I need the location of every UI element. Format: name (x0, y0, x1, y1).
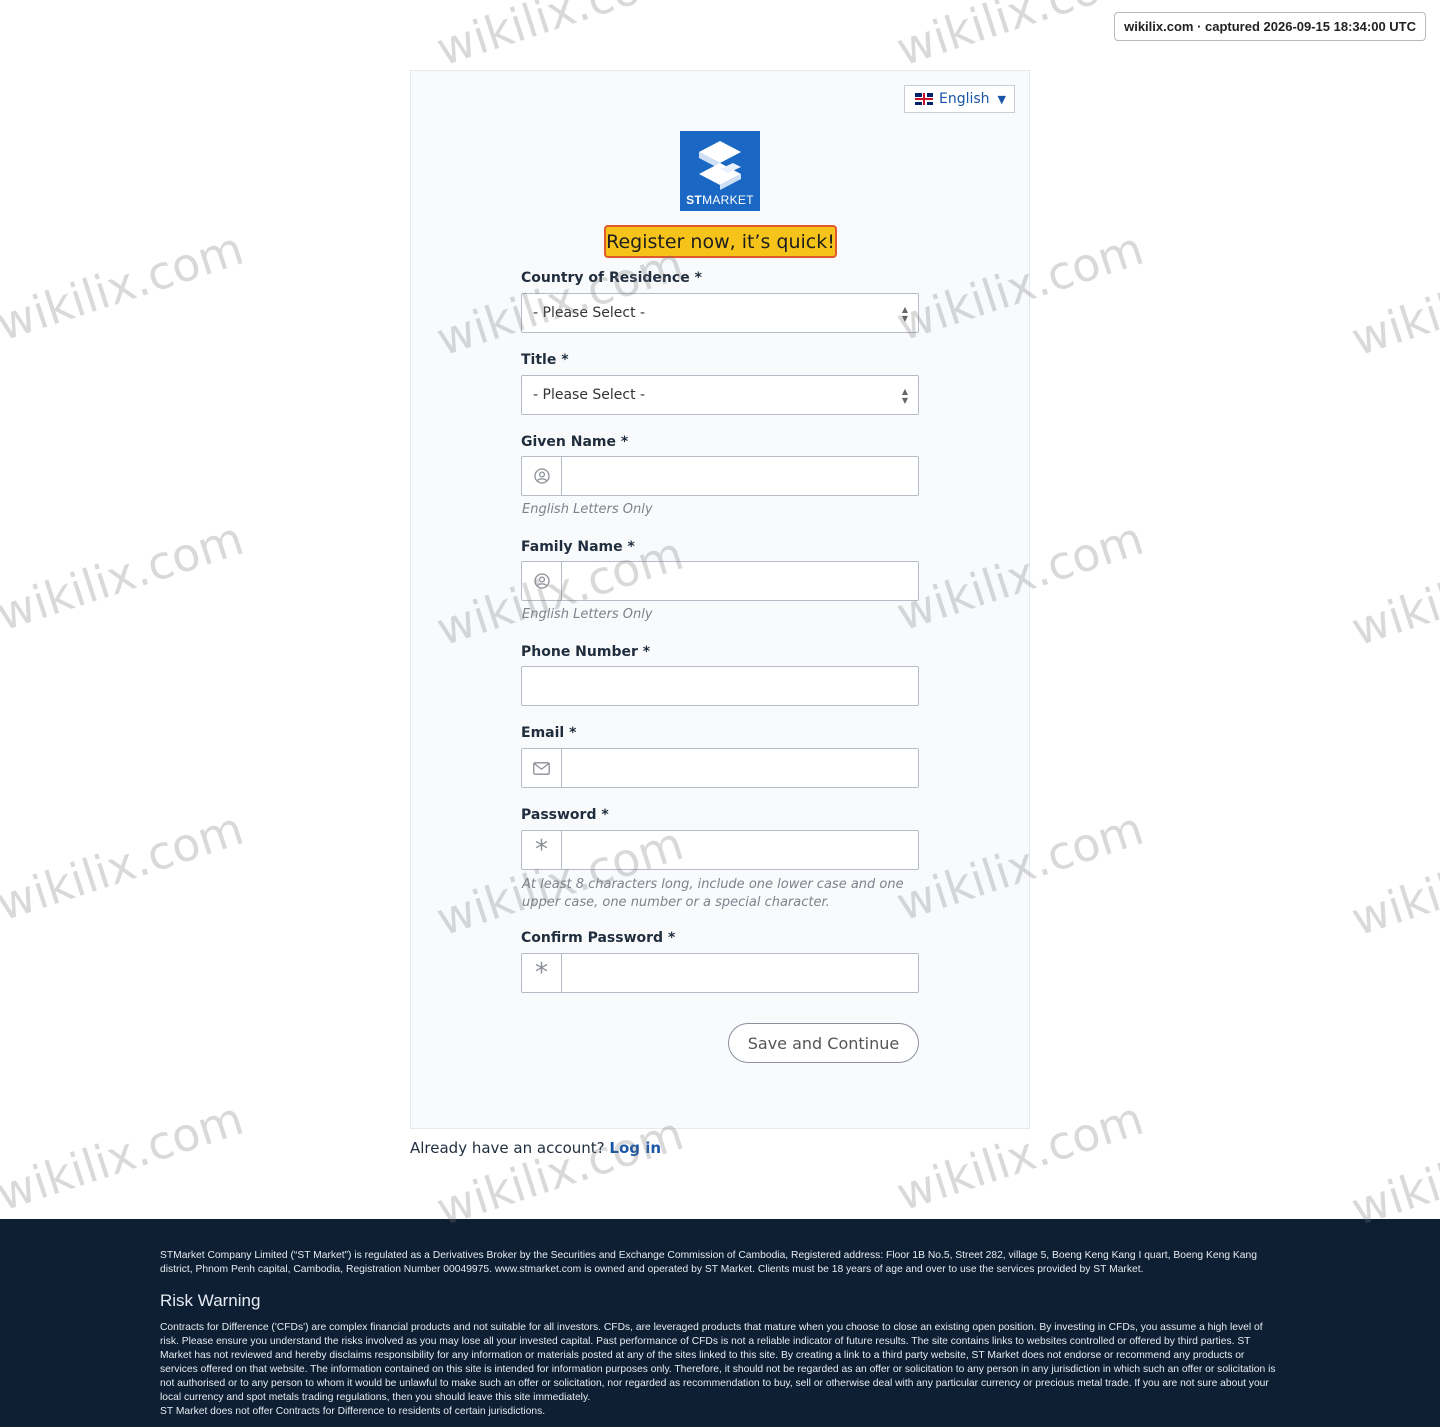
phone-field[interactable] (521, 666, 919, 706)
user-circle-icon (522, 457, 562, 495)
asterisk-icon: * (522, 831, 562, 869)
family-name-field[interactable] (521, 561, 919, 601)
password-label: Password * (521, 807, 609, 823)
country-label: Country of Residence * (521, 270, 702, 286)
watermark: wikilix.com (1345, 1106, 1440, 1237)
family-name-input[interactable] (562, 562, 918, 600)
registration-card: English ▼ STMARKET Register now, it’s qu… (410, 70, 1030, 1129)
title-select-value: - Please Select - (533, 387, 646, 403)
logo-wordmark: STMARKET (686, 193, 754, 207)
watermark: wikilix.com (890, 0, 1150, 77)
login-link[interactable]: Log in (609, 1139, 661, 1157)
email-field[interactable] (521, 748, 919, 788)
given-name-hint: English Letters Only (522, 502, 653, 517)
watermark: wikilix.com (0, 1091, 250, 1222)
password-field[interactable]: * (521, 830, 919, 870)
footer: STMarket Company Limited (“ST Market”) i… (0, 1219, 1440, 1427)
language-select[interactable]: English ▼ (904, 85, 1015, 113)
register-headline: Register now, it’s quick! (604, 225, 837, 258)
watermark: wikilix.com (430, 0, 690, 77)
watermark: wikilix.com (1345, 816, 1440, 947)
country-select-value: - Please Select - (533, 305, 646, 321)
watermark: wikilix.com (0, 511, 250, 642)
country-select[interactable]: - Please Select - ▲ ▼ (521, 293, 919, 333)
given-name-label: Given Name * (521, 434, 629, 450)
capture-stamp: wikilix.com · captured 2026-09-15 18:34:… (1114, 12, 1426, 41)
risk-warning-body: Contracts for Difference ('CFDs') are co… (160, 1322, 1276, 1403)
caret-down-icon: ▼ (997, 92, 1006, 106)
watermark: wikilix.com (1345, 236, 1440, 367)
phone-label: Phone Number * (521, 644, 651, 660)
confirm-password-label: Confirm Password * (521, 930, 676, 946)
select-arrows-icon: ▲ ▼ (901, 387, 908, 405)
confirm-password-input[interactable] (562, 954, 918, 992)
user-circle-icon (522, 562, 562, 600)
family-name-label: Family Name * (521, 539, 635, 555)
watermark: wikilix.com (0, 221, 250, 352)
given-name-input[interactable] (562, 457, 918, 495)
uk-flag-icon (915, 93, 933, 105)
envelope-icon (522, 749, 562, 787)
risk-warning-text: Contracts for Difference ('CFDs') are co… (160, 1321, 1280, 1419)
login-prompt: Already have an account? Log in (410, 1139, 661, 1157)
save-and-continue-button[interactable]: Save and Continue (728, 1023, 919, 1063)
risk-warning-title: Risk Warning (160, 1291, 261, 1310)
watermark: wikilix.com (1345, 526, 1440, 657)
logo-mark-icon (699, 141, 741, 190)
email-label: Email * (521, 725, 577, 741)
password-input[interactable] (562, 831, 918, 869)
password-hint: At least 8 characters long, include one … (522, 877, 904, 910)
watermark: wikilix.com (0, 801, 250, 932)
phone-input[interactable] (522, 667, 918, 705)
asterisk-icon: * (522, 954, 562, 992)
title-label: Title * (521, 352, 569, 368)
select-arrows-icon: ▲ ▼ (901, 305, 908, 323)
confirm-password-field[interactable]: * (521, 953, 919, 993)
title-select[interactable]: - Please Select - ▲ ▼ (521, 375, 919, 415)
email-input[interactable] (562, 749, 918, 787)
regulation-text: STMarket Company Limited (“ST Market”) i… (160, 1250, 1257, 1275)
login-prompt-text: Already have an account? (410, 1139, 605, 1157)
stmarket-logo: STMARKET (680, 131, 760, 211)
language-label: English (939, 91, 990, 107)
family-name-hint: English Letters Only (522, 607, 653, 622)
jurisdiction-note: ST Market does not offer Contracts for D… (160, 1406, 546, 1417)
given-name-field[interactable] (521, 456, 919, 496)
